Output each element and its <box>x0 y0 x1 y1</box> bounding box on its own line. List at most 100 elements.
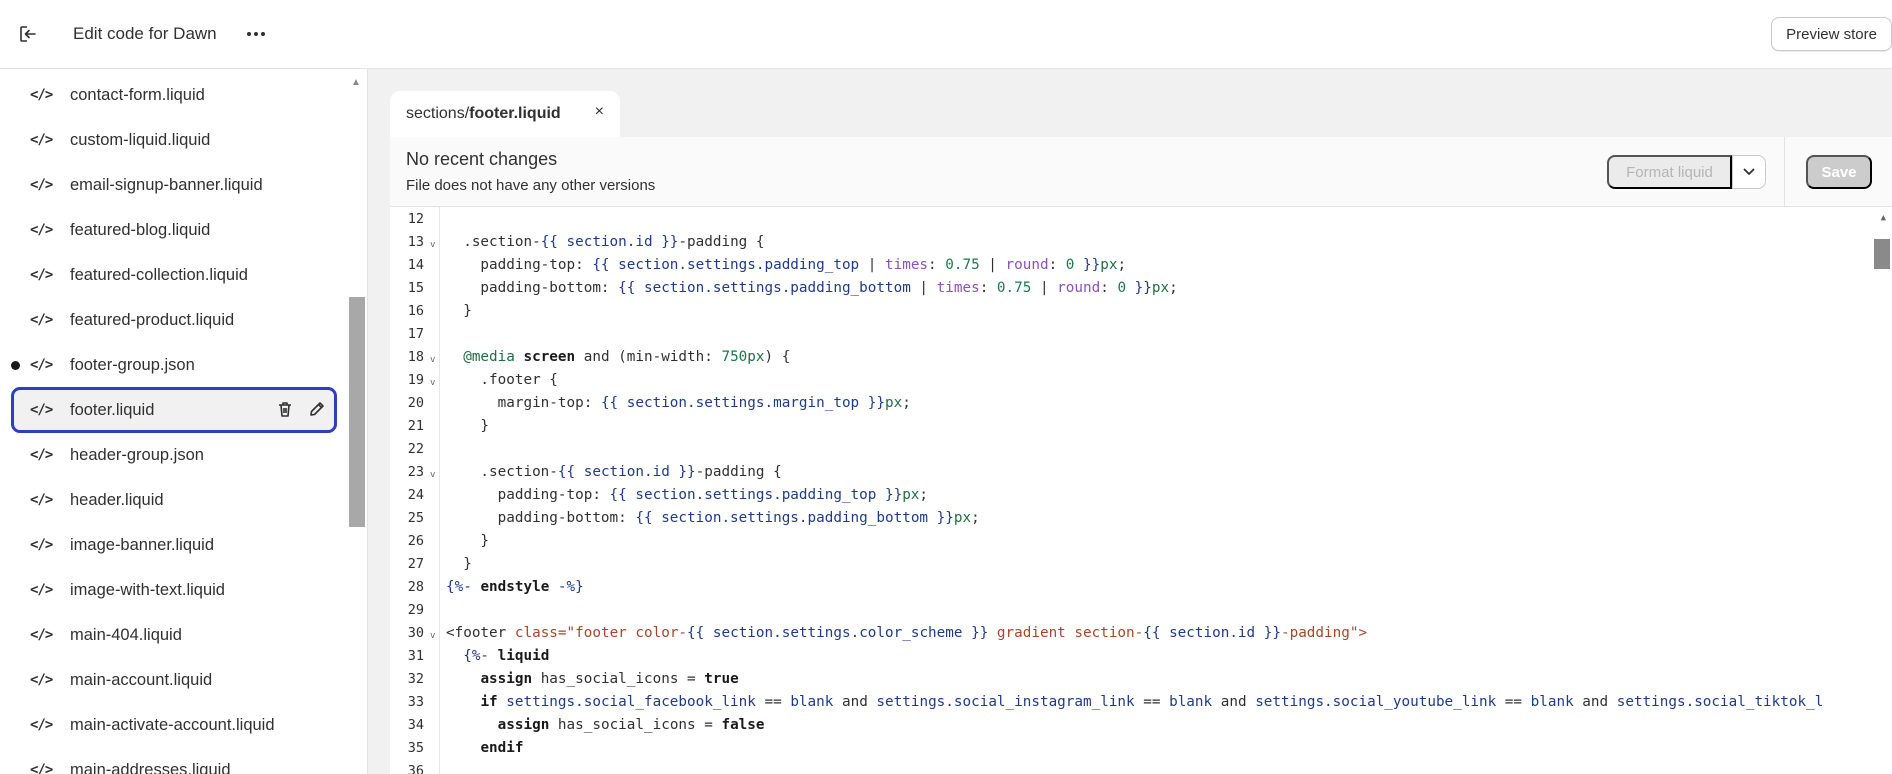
code-line: 27 } <box>390 553 1860 576</box>
code-text: margin-top: {{ section.settings.margin_t… <box>446 395 911 411</box>
file-name: main-account.liquid <box>70 670 213 689</box>
editor-panel: No recent changes File does not have any… <box>390 137 1892 774</box>
line-number: 25 <box>407 510 424 526</box>
file-name: footer-group.json <box>70 355 195 374</box>
code-text: .footer { <box>446 372 558 388</box>
code-line: 19 v .footer { <box>390 369 1860 392</box>
line-number: 19 <box>407 372 424 388</box>
line-number: 12 <box>407 211 424 227</box>
line-number: 27 <box>407 556 424 572</box>
code-text: } <box>446 418 490 434</box>
code-file-icon: </> <box>30 357 53 373</box>
line-number: 16 <box>407 303 424 319</box>
code-text: {%- liquid <box>463 648 550 664</box>
close-icon[interactable]: × <box>595 103 604 121</box>
code-line: 28 {%- endstyle -%} <box>390 576 1860 599</box>
file-name: main-404.liquid <box>70 625 182 644</box>
format-liquid-button[interactable]: Format liquid <box>1607 155 1732 189</box>
code-file-icon: </> <box>30 672 53 688</box>
line-number: 36 <box>407 763 424 774</box>
file-item[interactable]: </> footer-group.json <box>14 345 334 385</box>
code-line: 31 {%- liquid <box>390 645 1860 668</box>
file-item[interactable]: </> featured-collection.liquid <box>14 255 334 295</box>
file-name: header.liquid <box>70 490 164 509</box>
code-text: } <box>446 303 472 319</box>
file-item[interactable]: </> email-signup-banner.liquid <box>14 165 334 205</box>
file-item[interactable]: </> featured-product.liquid <box>14 300 334 340</box>
trash-icon[interactable] <box>276 400 294 423</box>
sidebar-scrollbar[interactable] <box>349 297 365 527</box>
line-number: 22 <box>407 441 424 457</box>
code-line: 30 v <footer class="footer color-{{ sectio… <box>390 622 1860 645</box>
file-item[interactable]: </> header-group.json <box>14 435 334 475</box>
divider <box>1784 137 1785 207</box>
code-file-icon: </> <box>30 762 53 774</box>
code-file-icon: </> <box>30 87 53 103</box>
chevron-down-icon[interactable] <box>1732 155 1766 189</box>
line-number: 31 <box>407 648 424 664</box>
code-file-icon: </> <box>30 537 53 553</box>
code-text: .section-{{ section.id }}-padding { <box>446 464 782 480</box>
file-item[interactable]: </> main-activate-account.liquid <box>14 705 334 745</box>
line-number: 34 <box>407 717 424 733</box>
code-text: padding-bottom: {{ section.settings.padd… <box>446 510 980 526</box>
line-number: 13 <box>407 234 424 250</box>
code-line: 32 assign has_social_icons = true <box>390 668 1860 691</box>
code-text: {%- endstyle -%} <box>446 579 584 595</box>
code-file-icon: </> <box>30 132 53 148</box>
preview-store-button[interactable]: Preview store <box>1771 17 1892 51</box>
code-line: 16 } <box>390 300 1860 323</box>
editor-toolbar: No recent changes File does not have any… <box>390 137 1892 207</box>
code-line: 33 if settings.social_facebook_link == b… <box>390 691 1860 714</box>
file-item[interactable]: </> image-with-text.liquid <box>14 570 334 610</box>
file-item[interactable]: </> main-account.liquid <box>14 660 334 700</box>
scroll-up-icon[interactable]: ▲ <box>1881 213 1886 223</box>
code-line: 34 assign has_social_icons = false <box>390 714 1860 737</box>
line-number: 14 <box>407 257 424 273</box>
rename-pencil-icon[interactable] <box>308 400 326 423</box>
code-file-icon: </> <box>30 402 53 418</box>
code-line: 15 padding-bottom: {{ section.settings.p… <box>390 277 1860 300</box>
code-text: .section-{{ section.id }}-padding { <box>446 234 765 250</box>
file-name: header-group.json <box>70 445 204 464</box>
scroll-up-icon[interactable]: ▲ <box>350 77 362 89</box>
line-number: 23 <box>407 464 424 480</box>
file-name: featured-product.liquid <box>70 310 235 329</box>
more-options-icon[interactable] <box>242 20 270 48</box>
line-number: 17 <box>407 326 424 342</box>
file-item[interactable]: </> main-404.liquid <box>14 615 334 655</box>
file-name: footer.liquid <box>70 400 155 419</box>
code-line: 23 v .section-{{ section.id }}-padding { <box>390 461 1860 484</box>
file-item[interactable]: </> image-banner.liquid <box>14 525 334 565</box>
exit-icon[interactable] <box>14 20 42 48</box>
top-bar: Edit code for Dawn Preview store <box>0 0 1892 69</box>
code-file-icon: </> <box>30 717 53 733</box>
save-button[interactable]: Save <box>1806 155 1872 189</box>
editor-scrollbar[interactable] <box>1874 239 1890 269</box>
tab-footer-liquid[interactable]: sections/footer.liquid × <box>390 91 620 137</box>
code-line: 24 padding-top: {{ section.settings.padd… <box>390 484 1860 507</box>
file-item[interactable]: </> footer.liquid <box>11 387 337 433</box>
file-sidebar[interactable]: </> contact-form.liquid </> custom-liquid.l… <box>0 69 368 774</box>
file-item[interactable]: </> contact-form.liquid <box>14 75 334 115</box>
file-name: main-activate-account.liquid <box>70 715 275 734</box>
code-text: padding-bottom: {{ section.settings.padd… <box>446 280 1178 296</box>
code-file-icon: </> <box>30 582 53 598</box>
code-editor[interactable]: ▲ 12 13 v .section-{{ section.id }}-paddin… <box>390 207 1892 774</box>
line-number: 30 <box>407 625 424 641</box>
code-text: padding-top: {{ section.settings.padding… <box>446 487 929 503</box>
code-text: padding-top: {{ section.settings.padding… <box>446 257 1127 273</box>
file-item[interactable]: </> custom-liquid.liquid <box>14 120 334 160</box>
code-file-icon: </> <box>30 222 53 238</box>
file-item[interactable]: </> main-addresses.liquid <box>14 750 334 774</box>
file-item[interactable]: </> header.liquid <box>14 480 334 520</box>
file-name: main-addresses.liquid <box>70 760 231 774</box>
file-name: featured-collection.liquid <box>70 265 248 284</box>
code-line: 29 <box>390 599 1860 622</box>
file-item[interactable]: </> featured-blog.liquid <box>14 210 334 250</box>
line-number: 18 <box>407 349 424 365</box>
code-line: 35 endif <box>390 737 1860 760</box>
code-line: 20 margin-top: {{ section.settings.margi… <box>390 392 1860 415</box>
code-line: 17 <box>390 323 1860 346</box>
status-title: No recent changes <box>406 149 558 169</box>
